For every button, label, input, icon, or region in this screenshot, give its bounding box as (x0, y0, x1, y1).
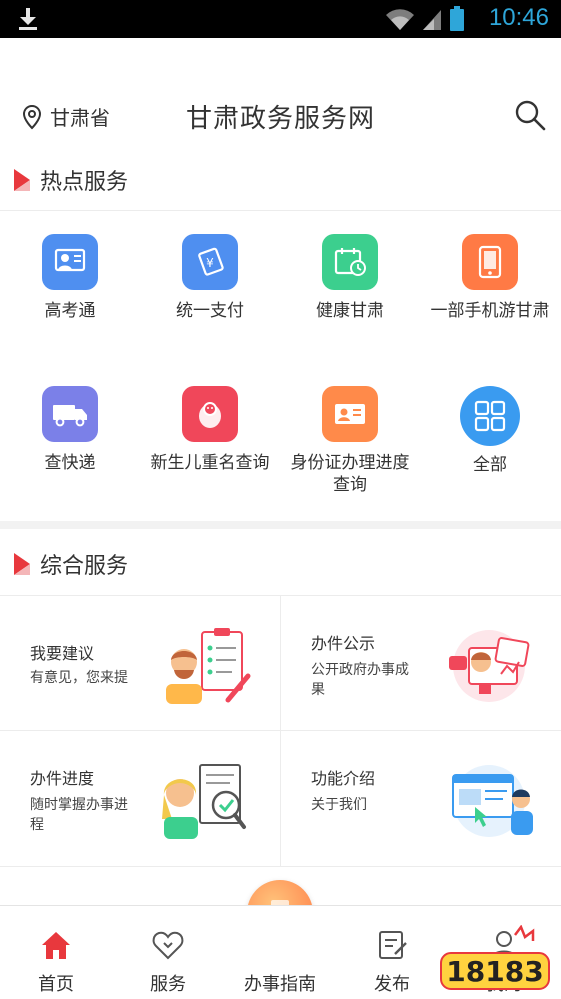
progress-illustration (162, 764, 246, 839)
hot-services-header: 热点服务 (0, 156, 561, 204)
signal-icon (423, 10, 441, 30)
payment-icon: ¥ (182, 234, 238, 290)
battery-icon (450, 6, 464, 31)
service-item-all[interactable]: 全部 (420, 386, 560, 476)
card-title: 办件进度 (30, 769, 95, 788)
publish-icon (379, 931, 407, 959)
service-item-gaokao[interactable]: 高考通 (0, 234, 140, 322)
service-label: 全部 (473, 455, 507, 475)
service-label: 高考通 (44, 301, 96, 321)
publicity-illustration (449, 630, 530, 702)
divider (0, 210, 561, 211)
card-description: 随时掌握办事进程 (30, 797, 128, 833)
nav-label: 发布 (374, 974, 410, 995)
nav-label: 办事指南 (244, 974, 316, 995)
service-item-express[interactable]: 查快递 (0, 386, 140, 474)
exam-icon (42, 234, 98, 290)
section-separator (0, 521, 561, 529)
watermark-logo: 18183 (440, 925, 550, 990)
phone-icon (462, 234, 518, 290)
nav-guide[interactable]: 办事指南 (224, 906, 336, 999)
card-title: 我要建议 (30, 644, 95, 663)
baby-icon (182, 386, 238, 442)
service-label: 统一支付 (176, 301, 244, 321)
service-card-publicity[interactable]: 办件公示 公开政府办事成果 (281, 596, 561, 730)
divider (0, 866, 561, 867)
svg-text:¥: ¥ (206, 256, 214, 270)
section-title: 热点服务 (40, 170, 129, 195)
service-card-progress[interactable]: 办件进度 随时掌握办事进程 (0, 731, 280, 865)
section-title: 综合服务 (40, 554, 129, 579)
id-card-icon (322, 386, 378, 442)
card-title: 办件公示 (311, 634, 376, 653)
heart-icon (152, 931, 184, 960)
nav-label: 服务 (150, 974, 186, 995)
card-description: 有意见，您来提 (30, 670, 128, 686)
section-marker-icon (14, 169, 30, 191)
svg-text:18183: 18183 (446, 955, 543, 988)
service-label: 新生儿重名查询 (150, 453, 270, 473)
service-label: 查快递 (44, 453, 96, 473)
card-title: 功能介绍 (311, 769, 376, 788)
status-bar: 10:46 (0, 0, 561, 38)
service-item-payment[interactable]: ¥ 统一支付 (140, 234, 280, 322)
truck-icon (42, 386, 98, 442)
search-icon[interactable] (513, 98, 547, 132)
nav-service[interactable]: 服务 (112, 906, 224, 999)
nav-publish[interactable]: 发布 (336, 906, 448, 999)
service-item-travel[interactable]: 一部手机游甘肃 (420, 234, 560, 322)
service-label: 一部手机游甘肃 (430, 301, 550, 321)
nav-home[interactable]: 首页 (0, 906, 112, 999)
app-screen: 10:46 甘肃省 甘肃政务服务网 热点服务 高考通 ¥ 统一支付 健康甘肃 一… (0, 0, 561, 999)
service-item-baby-name[interactable]: 新生儿重名查询 (140, 386, 280, 474)
health-calendar-icon (322, 234, 378, 290)
page-title: 甘肃政务服务网 (185, 104, 375, 134)
card-description: 公开政府办事成果 (311, 662, 409, 698)
service-card-suggestion[interactable]: 我要建议 有意见，您来提 (0, 596, 280, 730)
service-item-health[interactable]: 健康甘肃 (280, 234, 420, 322)
header: 甘肃省 甘肃政务服务网 (0, 38, 561, 168)
service-label: 身份证办理进度查询 (290, 453, 410, 495)
service-card-about[interactable]: 功能介绍 关于我们 (281, 731, 561, 865)
clock: 10:46 (488, 4, 549, 31)
download-icon (19, 8, 37, 30)
service-label: 健康甘肃 (316, 301, 384, 321)
wifi-icon (386, 9, 414, 31)
nav-label: 首页 (38, 974, 74, 995)
grid-icon (460, 386, 520, 446)
about-illustration (452, 765, 533, 837)
home-icon (42, 932, 70, 959)
service-item-id-card[interactable]: 身份证办理进度查询 (280, 386, 420, 496)
suggestion-illustration (166, 628, 251, 704)
section-marker-icon (14, 553, 30, 575)
composite-services-header: 综合服务 (0, 540, 561, 588)
card-description: 关于我们 (311, 797, 367, 813)
